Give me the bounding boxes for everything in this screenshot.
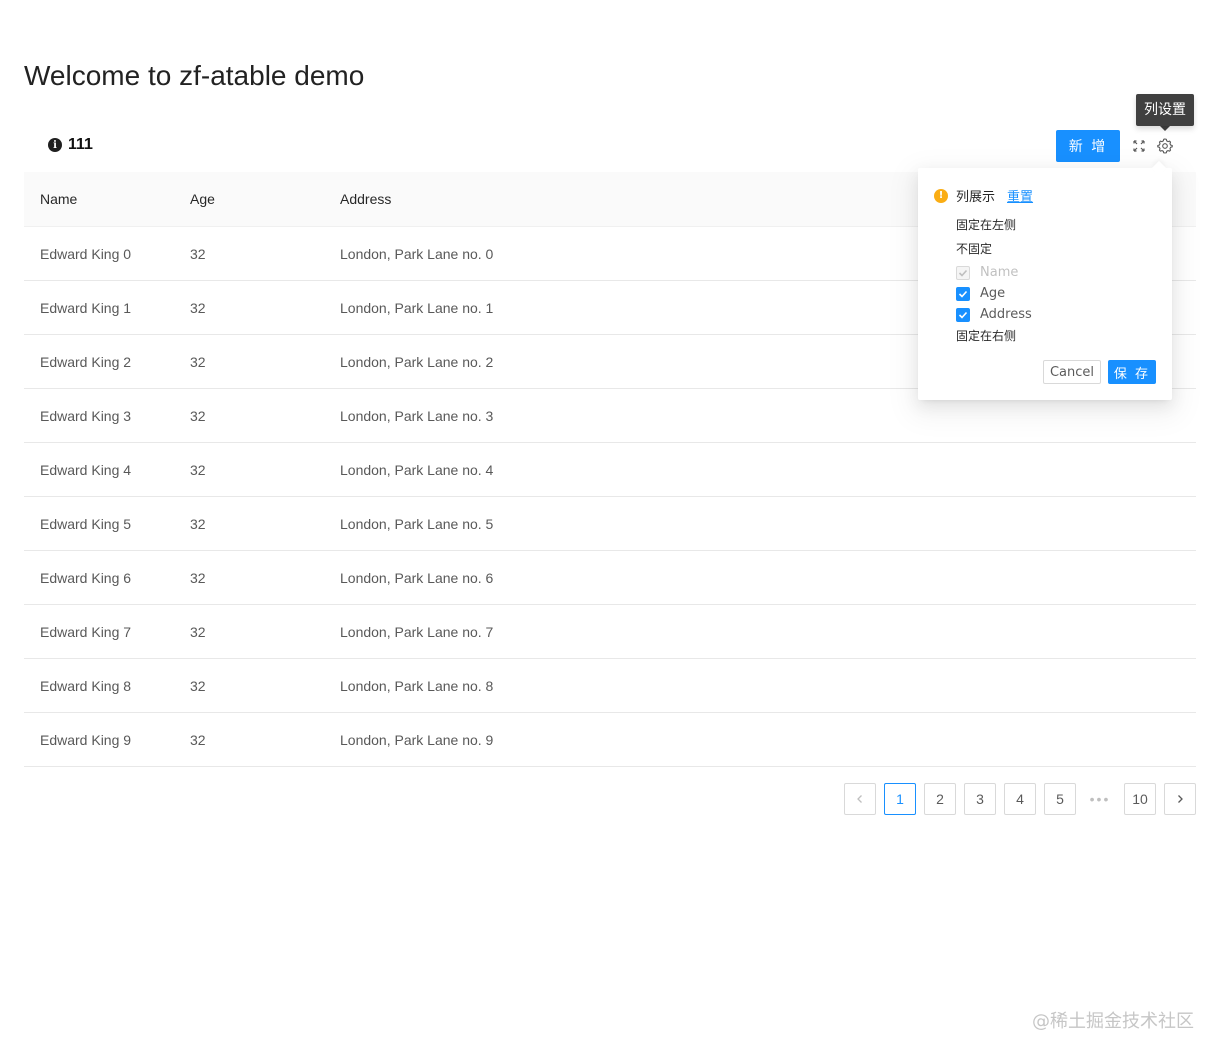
cell-age: 32 [174, 550, 324, 605]
info-icon: i [48, 138, 62, 152]
cell-address: London, Park Lane no. 8 [324, 658, 1196, 713]
cell-age: 32 [174, 712, 324, 767]
cell-age: 32 [174, 658, 324, 713]
table-row: Edward King 4 32 London, Park Lane no. 4 [24, 442, 1196, 497]
cell-address: London, Park Lane no. 6 [324, 550, 1196, 605]
cell-age: 32 [174, 496, 324, 551]
column-settings-tooltip: 列设置 [1136, 94, 1194, 131]
info-label: i 111 [48, 136, 93, 154]
watermark: @稀土掘金技术社区 [1032, 1011, 1194, 1032]
reset-link[interactable]: 重置 [1007, 186, 1033, 205]
checkbox-label[interactable]: Address [980, 307, 1032, 322]
pagination-ellipsis[interactable]: ••• [1084, 783, 1116, 815]
cell-name: Edward King 8 [24, 658, 174, 713]
table-row: Edward King 5 32 London, Park Lane no. 5 [24, 496, 1196, 551]
warning-icon: ! [934, 188, 948, 203]
save-button[interactable]: 保 存 [1108, 360, 1156, 384]
pagination-page-1[interactable]: 1 [884, 783, 916, 815]
pagination: 1 2 3 4 5 ••• 10 [844, 783, 1196, 815]
cell-address: London, Park Lane no. 9 [324, 712, 1196, 767]
cell-name: Edward King 7 [24, 604, 174, 659]
fixed-left-label: 固定在左侧 [956, 218, 1017, 232]
pagination-page-10[interactable]: 10 [1124, 783, 1156, 815]
cell-age: 32 [174, 388, 324, 443]
pagination-page-5[interactable]: 5 [1044, 783, 1076, 815]
cell-name: Edward King 4 [24, 442, 174, 497]
fullscreen-icon[interactable] [1131, 138, 1147, 154]
cell-name: Edward King 9 [24, 712, 174, 767]
checkbox-age[interactable] [956, 286, 970, 301]
cell-name: Edward King 5 [24, 496, 174, 551]
column-option-age[interactable]: Age [956, 286, 1005, 301]
checkbox-label[interactable]: Age [980, 286, 1005, 301]
not-fixed-label: 不固定 [956, 242, 993, 256]
column-header-name[interactable]: Name [24, 172, 174, 227]
cell-address: London, Park Lane no. 4 [324, 442, 1196, 497]
pagination-prev-button[interactable] [844, 783, 876, 815]
chevron-right-icon [1178, 795, 1183, 803]
cell-age: 32 [174, 604, 324, 659]
cell-age: 32 [174, 226, 324, 281]
cell-address: London, Park Lane no. 7 [324, 604, 1196, 659]
checkbox-address[interactable] [956, 307, 970, 322]
popover-title: 列展示 [956, 190, 996, 205]
cell-name: Edward King 2 [24, 334, 174, 389]
column-header-age[interactable]: Age [174, 172, 324, 227]
pagination-page-2[interactable]: 2 [924, 783, 956, 815]
add-button[interactable]: 新 增 [1056, 130, 1120, 162]
column-option-name: Name [956, 265, 1018, 280]
cell-age: 32 [174, 334, 324, 389]
cell-age: 32 [174, 442, 324, 497]
info-value: 111 [68, 136, 93, 153]
cell-name: Edward King 6 [24, 550, 174, 605]
chevron-left-icon [857, 795, 862, 803]
cell-name: Edward King 1 [24, 280, 174, 335]
cell-name: Edward King 3 [24, 388, 174, 443]
column-option-address[interactable]: Address [956, 307, 1032, 322]
table-row: Edward King 6 32 London, Park Lane no. 6 [24, 550, 1196, 605]
table-row: Edward King 7 32 London, Park Lane no. 7 [24, 604, 1196, 659]
pagination-page-3[interactable]: 3 [964, 783, 996, 815]
checkbox-label: Name [980, 265, 1019, 280]
fixed-right-label: 固定在右侧 [956, 329, 1017, 343]
checkbox-name [956, 265, 970, 280]
cancel-button[interactable]: Cancel [1043, 360, 1101, 384]
pagination-next-button[interactable] [1164, 783, 1196, 815]
table-row: Edward King 9 32 London, Park Lane no. 9 [24, 712, 1196, 767]
cell-name: Edward King 0 [24, 226, 174, 281]
cell-address: London, Park Lane no. 5 [324, 496, 1196, 551]
gear-icon[interactable] [1157, 138, 1173, 154]
table-row: Edward King 8 32 London, Park Lane no. 8 [24, 658, 1196, 713]
cell-age: 32 [174, 280, 324, 335]
page-title: Welcome to zf-atable demo [24, 60, 365, 91]
column-settings-popover: ! 列展示 重置 固定在左侧 不固定 Name Age Address 固定在右… [918, 168, 1172, 400]
pagination-page-4[interactable]: 4 [1004, 783, 1036, 815]
